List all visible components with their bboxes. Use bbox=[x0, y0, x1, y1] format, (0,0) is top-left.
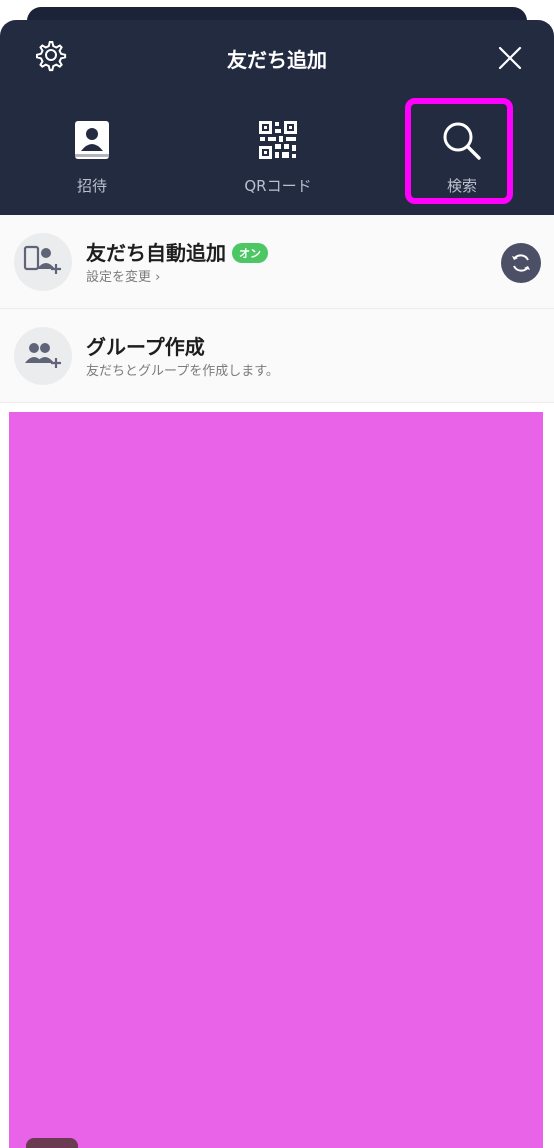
create-group-description: 友だちとグループを作成します。 bbox=[86, 364, 279, 379]
qr-code-icon bbox=[259, 121, 297, 159]
sync-button[interactable] bbox=[501, 243, 541, 283]
group-add-icon bbox=[25, 343, 61, 368]
create-group-row[interactable]: グループ作成 友だちとグループを作成します。 bbox=[0, 309, 554, 403]
create-group-title: グループ作成 bbox=[86, 335, 205, 359]
close-icon[interactable] bbox=[494, 42, 526, 74]
phone-person-add-icon bbox=[23, 245, 61, 274]
tab-invite[interactable]: 招待 bbox=[22, 114, 162, 204]
auto-add-friends-row[interactable]: 友だち自動追加 オン 設定を変更 › bbox=[0, 215, 554, 309]
auto-add-avatar bbox=[14, 233, 72, 291]
tab-qr-code[interactable]: QRコード bbox=[208, 114, 348, 204]
status-badge: オン bbox=[232, 243, 268, 263]
create-group-avatar bbox=[14, 327, 72, 385]
contacts-book-icon bbox=[75, 121, 109, 159]
search-tab-highlight bbox=[405, 98, 513, 204]
auto-add-title-text: 友だち自動追加 bbox=[86, 241, 226, 265]
change-settings-link[interactable]: 設定を変更 › bbox=[86, 266, 160, 285]
tab-invite-label: 招待 bbox=[76, 177, 107, 195]
partial-avatar bbox=[26, 1138, 78, 1148]
redacted-content-block bbox=[9, 412, 543, 1148]
sync-icon bbox=[512, 254, 530, 272]
tab-qr-label: QRコード bbox=[244, 177, 312, 195]
auto-add-title: 友だち自動追加 オン bbox=[86, 237, 268, 266]
page-title: 友だち追加 bbox=[227, 48, 327, 72]
